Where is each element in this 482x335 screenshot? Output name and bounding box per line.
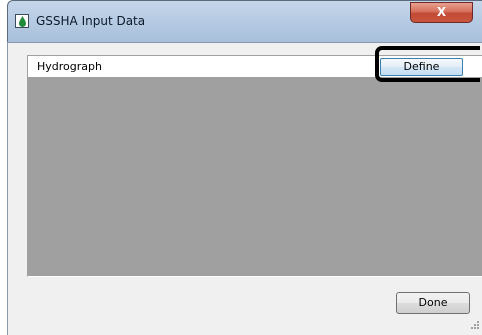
close-button[interactable]: X: [410, 2, 473, 23]
resize-grip-icon[interactable]: [468, 320, 480, 332]
close-icon: X: [436, 5, 447, 19]
water-drop-icon: [15, 14, 29, 28]
hydrograph-grid: Hydrograph Define: [27, 55, 482, 277]
window-title: GSSHA Input Data: [36, 14, 146, 28]
done-button[interactable]: Done: [396, 292, 470, 314]
define-button[interactable]: Define: [380, 58, 463, 76]
hydrograph-label: Hydrograph: [37, 60, 102, 73]
grid-header-row: Hydrograph Define: [28, 56, 482, 78]
